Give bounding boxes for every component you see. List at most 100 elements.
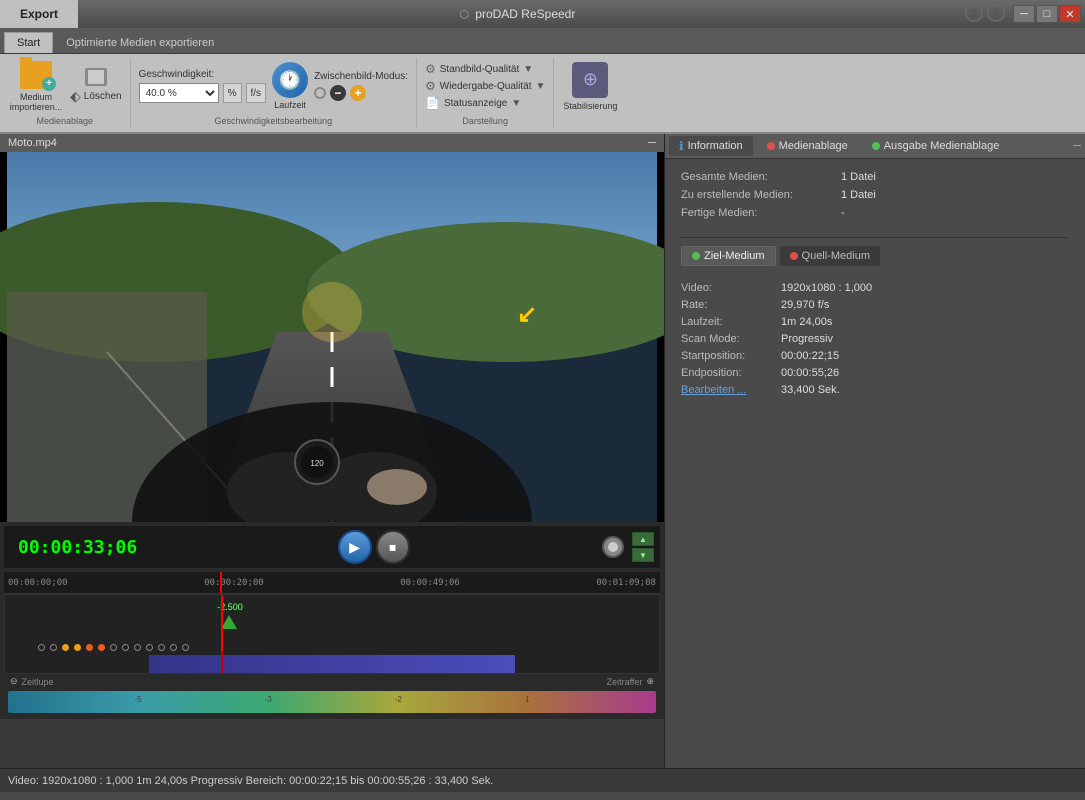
ribbon-group-darstellung: ⚙ Standbild-Qualität ▼ ⚙ Wiedergabe-Qual… — [417, 58, 554, 128]
close-button[interactable]: ✕ — [1059, 5, 1081, 23]
tab-export[interactable]: Optimierte Medien exportieren — [53, 32, 227, 53]
title-tab-export[interactable]: Export — [0, 0, 78, 28]
speed-select[interactable]: 40.0 % — [139, 83, 219, 103]
zoom-right: Zeitraffer ⊕ — [607, 676, 654, 687]
laufzeit-group: 🕐 Laufzeit — [272, 62, 308, 110]
kf-empty-8 — [170, 644, 177, 651]
detail-laufzeit: Laufzeit: 1m 24,00s — [681, 316, 1069, 328]
laufzeit-icon: 🕐 — [272, 62, 308, 98]
record-dot — [608, 542, 618, 552]
tab-ziel-medium[interactable]: Ziel-Medium — [681, 246, 776, 266]
info-icon-tab: ℹ — [679, 139, 684, 153]
video-minimize-icon[interactable]: ─ — [648, 137, 656, 149]
kf-orange-1 — [62, 644, 69, 651]
help-section: ? i — [957, 0, 1013, 28]
ruler-mark-3: 00:01:09;08 — [596, 578, 656, 588]
detail-video: Video: 1920x1080 : 1,000 — [681, 282, 1069, 294]
timecode-display: 00:00:33;06 — [10, 535, 145, 560]
delete-button[interactable]: ⬖ Löschen — [70, 88, 122, 105]
info-content: Gesamte Medien: 1 Datei Zu erstellende M… — [665, 159, 1085, 237]
kf-empty-2 — [50, 644, 57, 651]
ribbon-group-stabilisierung: ⊕ Stabilisierung — [554, 58, 626, 128]
media-details: Video: 1920x1080 : 1,000 Rate: 29,970 f/… — [665, 274, 1085, 409]
zwischenbild-group: Zwischenbild-Modus: − + — [314, 71, 408, 101]
video-title-bar: Moto.mp4 ─ — [0, 134, 664, 152]
info-tabs: ℹ Information Medienablage Ausgabe Medie… — [665, 134, 1085, 159]
stab-icon: ⊕ — [572, 62, 608, 98]
tab-medienablage[interactable]: Medienablage — [757, 137, 858, 155]
video-frame: 120 ↙ — [0, 152, 664, 522]
nav-down-button[interactable]: ▼ — [632, 548, 654, 562]
kf-red-1 — [86, 644, 93, 651]
left-panel: Moto.mp4 ─ — [0, 134, 665, 768]
speed-triangle-marker — [221, 615, 237, 629]
video-title: Moto.mp4 — [8, 137, 57, 149]
nav-buttons: ▲ ▼ — [632, 532, 654, 562]
timeline-ruler: 00:00:00;00 00:00:20;00 00:00:49;06 00:0… — [4, 572, 660, 594]
tab-ausgabe[interactable]: Ausgabe Medienablage — [862, 137, 1010, 155]
record-button[interactable] — [602, 536, 624, 558]
darstellung-label: Darstellung — [462, 116, 508, 126]
kf-empty-3 — [110, 644, 117, 651]
status-bar: Video: 1920x1080 : 1,000 1m 24,00s Progr… — [0, 768, 1085, 792]
ziel-dot — [692, 252, 700, 260]
tab-quell-medium[interactable]: Quell-Medium — [780, 246, 880, 266]
help-icon[interactable]: ? — [965, 4, 983, 22]
kf-empty-9 — [182, 644, 189, 651]
minimize-button[interactable]: ─ — [1013, 5, 1035, 23]
zeitlupe-label: Zeitlupe — [22, 677, 54, 687]
ribbon-tabs: Start Optimierte Medien exportieren — [0, 28, 1085, 54]
medienablage-tab-dot — [767, 142, 775, 150]
radio-row: − + — [314, 85, 408, 101]
app-title: ⬡ proDAD ReSpeedr — [78, 0, 957, 28]
zoom-icon-left[interactable]: ⊖ — [10, 676, 18, 687]
detail-rate: Rate: 29,970 f/s — [681, 299, 1069, 311]
panel-minimize-icon[interactable]: ─ — [1073, 140, 1081, 152]
percent-button[interactable]: % — [223, 83, 242, 103]
timeline-area: 00:00:33;06 ▶ ⏹ ▲ ▼ 00:00:00;00 00:00:20… — [0, 522, 664, 719]
stop-button[interactable]: ⏹ — [376, 530, 410, 564]
zoom-icon-right[interactable]: ⊕ — [646, 676, 654, 687]
play-button[interactable]: ▶ — [338, 530, 372, 564]
title-controls: ─ □ ✕ — [1013, 0, 1085, 28]
tab-information[interactable]: ℹ Information — [669, 136, 753, 156]
media-tabs: Ziel-Medium Quell-Medium — [665, 238, 1085, 274]
info-icon[interactable]: i — [987, 4, 1005, 22]
playback-controls: ▶ ⏹ — [153, 530, 594, 564]
main-area: Moto.mp4 ─ — [0, 134, 1085, 768]
detail-endpos: Endposition: 00:00:55;26 — [681, 367, 1069, 379]
detail-bearbeiten: Bearbeiten ... 33,400 Sek. — [681, 384, 1069, 396]
ribbon-group-geschwindigkeit: Geschwindigkeit: 40.0 % % f/s 🕐 Laufzeit… — [131, 58, 417, 128]
wiedergabe-row[interactable]: ⚙ Wiedergabe-Qualität ▼ — [425, 79, 545, 93]
ruler-marks: 00:00:00;00 00:00:20;00 00:00:49;06 00:0… — [8, 578, 656, 588]
kf-empty-7 — [158, 644, 165, 651]
standbild-row[interactable]: ⚙ Standbild-Qualität ▼ — [425, 62, 545, 76]
kf-red-2 — [98, 644, 105, 651]
tab-start[interactable]: Start — [4, 32, 53, 53]
video-area: 120 ↙ — [0, 152, 664, 522]
quell-dot — [790, 252, 798, 260]
ribbon: + Medium importieren... ⬖ Löschen Medien… — [0, 54, 1085, 134]
maximize-button[interactable]: □ — [1036, 5, 1058, 23]
nav-up-button[interactable]: ▲ — [632, 532, 654, 546]
medienablage-label: Medienablage — [37, 116, 94, 126]
speed-bar — [149, 655, 515, 673]
delete-btn-group: ⬖ Löschen — [70, 68, 122, 105]
import-button[interactable]: + Medium importieren... — [8, 58, 64, 114]
radio-plus-icon: + — [350, 85, 366, 101]
status-text: Video: 1920x1080 : 1,000 1m 24,00s Progr… — [8, 775, 493, 787]
zoom-track[interactable]: -5 -3 -2 1 — [8, 691, 656, 713]
fs-button[interactable]: f/s — [246, 83, 267, 103]
stabilisierung-button[interactable]: ⊕ Stabilisierung — [562, 58, 618, 114]
status-row[interactable]: 📄 Statusanzeige ▼ — [425, 96, 545, 110]
svg-text:120: 120 — [310, 459, 324, 468]
radio-option-1[interactable] — [314, 87, 326, 99]
speed-track: -2.500 — [5, 595, 659, 673]
zoom-row: ⊖ Zeitlupe Zeitraffer ⊕ — [4, 674, 660, 689]
speed-controls: Geschwindigkeit: 40.0 % % f/s — [139, 69, 266, 103]
ruler-mark-2: 00:00:49;06 — [400, 578, 460, 588]
timeline-tracks[interactable]: -2.500 — [4, 594, 660, 674]
speed-label-row: Geschwindigkeit: — [139, 69, 266, 80]
geschwindigkeit-label: Geschwindigkeitsbearbeitung — [215, 116, 333, 126]
info-row-fertige: Fertige Medien: - — [681, 207, 1069, 219]
